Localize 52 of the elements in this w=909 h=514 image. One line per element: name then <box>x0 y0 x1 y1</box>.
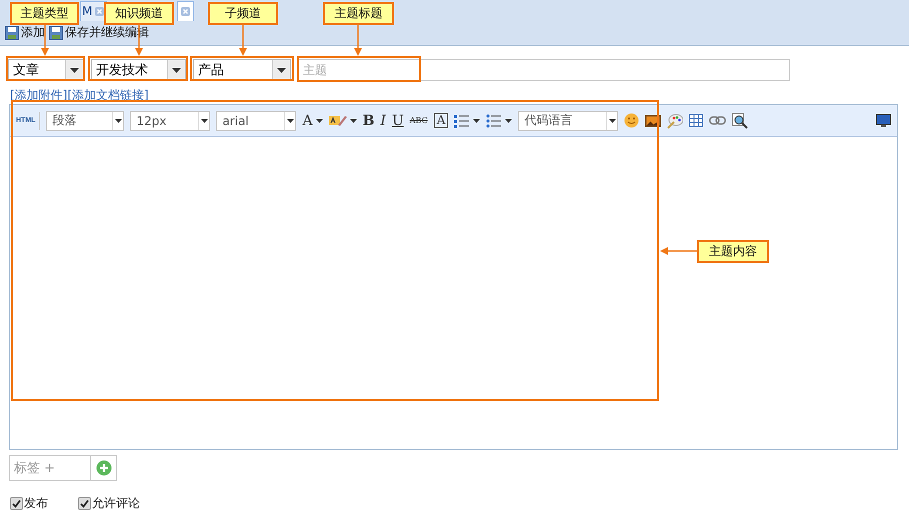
format-button[interactable]: B <box>362 112 374 128</box>
callout-arrow <box>239 25 247 56</box>
font-color-button[interactable]: A <box>302 112 323 128</box>
toolbar-button[interactable] <box>732 112 748 128</box>
checkbox[interactable] <box>10 497 23 510</box>
title-field[interactable]: 主题 <box>298 59 790 81</box>
editor-dropdown[interactable]: arial <box>216 110 296 130</box>
callout-arrow <box>660 247 697 255</box>
dropdown[interactable]: 文章 <box>8 59 84 81</box>
numbered-list-icon <box>454 114 470 128</box>
plus-icon <box>96 460 112 476</box>
caret-icon <box>70 68 79 72</box>
callout-arrow <box>354 25 362 56</box>
table-icon <box>689 114 704 127</box>
editor-dropdown[interactable]: 代码语言 <box>518 110 618 130</box>
format-button[interactable]: A <box>434 113 448 128</box>
toolbar-button[interactable] <box>454 114 480 128</box>
callout-label: 子频道 <box>208 2 278 25</box>
checkbox-label: 发布 <box>24 495 48 512</box>
save-icon <box>49 26 63 40</box>
format-button[interactable]: ABC <box>410 116 428 125</box>
tag-field[interactable]: 标签 + <box>9 455 91 481</box>
toolbar-button[interactable] <box>328 114 357 128</box>
dropdown[interactable]: 产品 <box>193 59 291 81</box>
bullet-list-icon <box>486 114 502 128</box>
checkbox-label: 允许评论 <box>92 495 140 512</box>
link-icon <box>709 116 726 125</box>
save-icon <box>5 26 19 40</box>
caret-icon <box>286 118 294 122</box>
editor-dropdown[interactable]: 段落 <box>46 110 124 130</box>
monitor-icon[interactable] <box>876 114 891 128</box>
caret-icon <box>114 118 122 122</box>
tab[interactable]: M <box>80 0 108 21</box>
palette-icon <box>667 112 684 128</box>
close-icon[interactable] <box>95 6 104 16</box>
smiley-icon <box>624 113 640 128</box>
highlighter-icon <box>328 114 347 128</box>
search-icon <box>732 112 748 128</box>
callout-label: 知识频道 <box>104 2 174 25</box>
format-button[interactable]: I <box>380 112 386 128</box>
dropdown[interactable]: 开发技术 <box>91 59 186 81</box>
callout-label: 主题内容 <box>697 240 769 263</box>
format-button[interactable]: U <box>392 112 404 128</box>
caret-icon <box>200 118 208 122</box>
caret-icon <box>608 118 616 122</box>
callout-label: 主题类型 <box>10 2 79 25</box>
editor-dropdown[interactable]: 12px <box>130 110 210 130</box>
caret-icon <box>172 68 181 72</box>
caret-icon <box>277 68 286 72</box>
callout-label: 主题标题 <box>323 2 394 25</box>
checkbox[interactable] <box>78 497 91 510</box>
toolbar-button[interactable] <box>486 114 512 128</box>
